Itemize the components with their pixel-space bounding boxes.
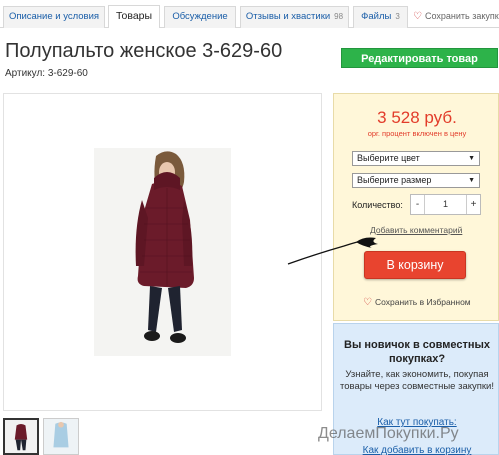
tab-files[interactable]: Файлы 3 [353,6,408,28]
tab-label: Описание и условия [8,11,100,22]
tab-reviews[interactable]: Отзывы и хвастики 98 [240,6,349,28]
size-select[interactable]: Выберите размер ▼ [352,173,480,188]
product-photo[interactable] [94,148,231,356]
quantity-label: Количество: [352,200,403,210]
scribble-arrow [287,237,378,265]
quantity-increment-button[interactable]: + [466,195,480,214]
chevron-down-icon: ▼ [468,155,475,162]
page-title: Полупальто женское 3-629-60 [5,40,283,62]
price-note: орг. процент включен в цену [367,129,467,138]
heart-icon: ♡ [413,11,422,22]
price: 3 528 руб. [377,108,457,127]
quantity-decrement-button[interactable]: - [411,195,425,214]
heart-icon: ♡ [363,297,372,308]
info-text: Узнайте, как экономить, покупая товары ч… [340,369,494,392]
color-select[interactable]: Выберите цвет ▼ [352,151,480,166]
tab-label: Файлы [361,11,392,22]
quantity-stepper: - 1 + [410,194,481,215]
edit-product-button[interactable]: Редактировать товар [341,48,498,68]
tab-count: 98 [334,12,344,21]
tab-discussion[interactable]: Обсуждение [164,6,236,28]
color-select-value: Выберите цвет [357,153,420,163]
tab-count: 3 [395,12,400,21]
buy-panel: 3 528 руб. орг. процент включен в цену В… [333,93,499,321]
tab-label: Товары [115,10,153,22]
save-purchase-link[interactable]: ♡ Сохранить закупку [413,11,499,22]
chevron-down-icon: ▼ [468,177,475,184]
tab-label: Обсуждение [172,11,228,22]
tab-label: Отзывы и хвастики [245,11,331,22]
size-select-value: Выберите размер [357,175,432,185]
save-to-favorites-link[interactable]: ♡ Сохранить в Избранном [363,297,471,308]
watermark: ДелаемПокупки.Ру [318,425,459,442]
article-number: Артикул: 3-629-60 [5,68,88,79]
product-image-frame [3,93,322,411]
tab-products[interactable]: Товары [108,5,160,28]
thumbnail-burgundy[interactable] [3,418,39,455]
thumbnail-light-blue[interactable] [43,418,79,455]
tab-description[interactable]: Описание и условия [3,6,105,28]
how-to-add-to-cart-link[interactable]: Как добавить в корзину [334,445,499,455]
save-purchase-label: Сохранить закупку [424,11,499,21]
tab-bar: Описание и условия Товары Обсуждение Отз… [0,0,499,28]
info-title: Вы новичок в совместных покупках? [344,339,490,365]
save-favorites-label: Сохранить в Избранном [374,297,471,307]
quantity-input[interactable]: 1 [426,195,465,214]
